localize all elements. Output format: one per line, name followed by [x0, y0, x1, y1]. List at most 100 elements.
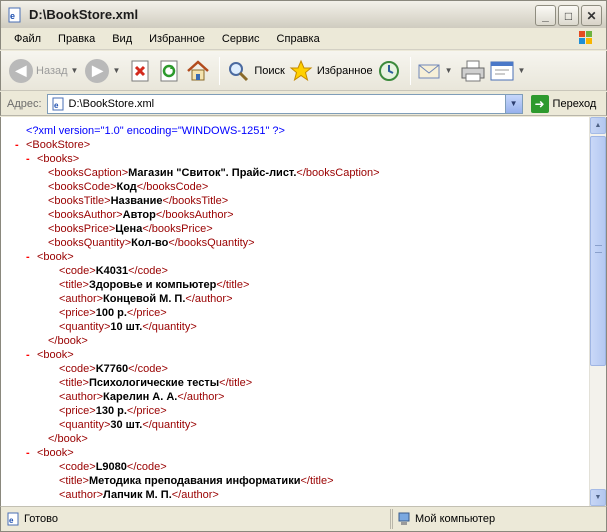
xml-close-tag: </booksPrice>: [142, 223, 213, 235]
xml-open-tag: <price>: [59, 307, 96, 319]
address-input[interactable]: e D:\BookStore.xml ▼: [46, 93, 523, 114]
xml-open-tag: <author>: [59, 391, 104, 403]
xml-text-value: Здоровье и компьютер: [88, 279, 217, 291]
xml-close-tag: </code>: [128, 363, 168, 375]
xml-text-value: Автор: [122, 209, 156, 221]
xml-text-value: 130 р.: [95, 405, 127, 417]
xml-line[interactable]: - <book>: [15, 446, 380, 460]
xml-close-tag: </booksTitle>: [162, 195, 229, 207]
xml-open-tag: </book>: [48, 433, 88, 445]
search-label: Поиск: [254, 64, 285, 77]
address-dropdown-button[interactable]: ▼: [504, 94, 522, 113]
xml-line[interactable]: - <book>: [15, 250, 380, 264]
menu-help[interactable]: Справка: [268, 33, 328, 45]
menu-view[interactable]: Вид: [103, 33, 140, 45]
xml-line: <title>Психологические тесты</title>: [15, 376, 380, 390]
search-button[interactable]: Поиск: [225, 55, 285, 87]
chevron-down-icon: ▼: [70, 66, 79, 75]
xml-text-value: 10 шт.: [110, 321, 143, 333]
xml-declaration: <?xml version="1.0" encoding="WINDOWS-12…: [26, 125, 285, 137]
collapse-toggle[interactable]: -: [26, 446, 37, 460]
xml-line[interactable]: - <books>: [15, 152, 380, 166]
address-label: Адрес:: [7, 97, 42, 110]
forward-button[interactable]: ▶ ▼: [85, 55, 124, 87]
mail-icon: [416, 58, 442, 84]
page-done-icon: e: [6, 512, 20, 526]
grip-icon: [595, 245, 602, 253]
history-button[interactable]: [376, 55, 402, 87]
stop-icon: [127, 58, 153, 84]
home-button[interactable]: [185, 55, 211, 87]
collapse-toggle[interactable]: -: [26, 152, 37, 166]
title-bar[interactable]: e D:\BookStore.xml _ □ ✕: [0, 0, 607, 28]
print-button[interactable]: [460, 55, 486, 87]
xml-line: </book>: [15, 432, 380, 446]
xml-open-tag: <book>: [37, 251, 74, 263]
xml-close-tag: </title>: [219, 377, 253, 389]
xml-close-tag: </author>: [171, 489, 219, 501]
collapse-toggle[interactable]: -: [15, 138, 26, 152]
xml-line: <price>130 р.</price>: [15, 404, 380, 418]
favorites-label: Избранное: [316, 64, 373, 77]
minimize-button[interactable]: _: [535, 5, 556, 26]
collapse-toggle[interactable]: -: [26, 250, 37, 264]
xml-line: <title>Здоровье и компьютер</title>: [15, 278, 380, 292]
xml-close-tag: </code>: [126, 461, 167, 473]
xml-document-view[interactable]: <?xml version="1.0" encoding="WINDOWS-12…: [0, 117, 607, 506]
xml-text-value: Код: [116, 181, 137, 193]
xml-open-tag: <book>: [37, 447, 74, 459]
vertical-scrollbar[interactable]: ▲ ▼: [589, 117, 606, 506]
go-button[interactable]: ➜ Переход: [530, 94, 596, 113]
window-title: D:\BookStore.xml: [29, 7, 139, 22]
xml-text-value: Цена: [115, 223, 143, 235]
xml-text-value: Психологические тесты: [88, 377, 220, 389]
menu-favorites[interactable]: Избранное: [140, 33, 213, 45]
xml-open-tag: <booksQuantity>: [48, 237, 132, 249]
maximize-icon: □: [564, 8, 573, 23]
xml-close-tag: </booksCode>: [136, 181, 209, 193]
xml-close-tag: </title>: [216, 279, 250, 291]
menu-edit[interactable]: Правка: [49, 33, 103, 45]
menu-bar: Файл Правка Вид Избранное Сервис Справка: [0, 28, 607, 50]
zone-text: Мой компьютер: [415, 513, 496, 525]
status-bar: e Готово Мой компьютер: [0, 506, 607, 532]
refresh-button[interactable]: [156, 55, 182, 87]
xml-open-tag: <price>: [59, 405, 96, 417]
xml-line[interactable]: - <BookStore>: [15, 138, 380, 152]
xml-text-value: Методика преподавания информатики: [88, 475, 301, 487]
xml-text-value: Концевой М. П.: [103, 293, 186, 305]
go-arrow-icon: ➜: [530, 94, 549, 113]
chevron-up-icon: ▲: [594, 122, 602, 129]
close-button[interactable]: ✕: [581, 5, 602, 26]
xml-text-value: Название: [110, 195, 163, 207]
chevron-down-icon: ▼: [509, 99, 518, 108]
scroll-thumb[interactable]: [590, 136, 606, 366]
close-icon: ✕: [586, 8, 597, 23]
document-icon: e: [7, 7, 23, 23]
search-icon: [225, 58, 251, 84]
edit-page-icon: [489, 58, 515, 84]
home-icon: [185, 58, 211, 84]
xml-close-tag: </title>: [300, 475, 334, 487]
menu-tools[interactable]: Сервис: [213, 33, 268, 45]
xml-open-tag: <title>: [59, 279, 89, 291]
mail-button[interactable]: ▼: [416, 55, 457, 87]
xml-line: <booksCode>Код</booksCode>: [15, 180, 380, 194]
svg-text:e: e: [10, 11, 15, 21]
menu-file[interactable]: Файл: [5, 33, 49, 45]
history-icon: [376, 58, 402, 84]
scroll-up-button[interactable]: ▲: [590, 117, 606, 134]
xml-line: <author>Концевой М. П.</author>: [15, 292, 380, 306]
windows-logo-icon: [566, 29, 604, 49]
xml-line[interactable]: - <book>: [15, 348, 380, 362]
xml-line: <booksTitle>Название</booksTitle>: [15, 194, 380, 208]
collapse-toggle[interactable]: -: [26, 348, 37, 362]
scroll-down-button[interactable]: ▼: [590, 489, 606, 506]
stop-button[interactable]: [127, 55, 153, 87]
maximize-button[interactable]: □: [558, 5, 579, 26]
favorites-button[interactable]: Избранное: [288, 55, 373, 87]
xml-line: <booksPrice>Цена</booksPrice>: [15, 222, 380, 236]
back-button[interactable]: ◀ Назад ▼: [9, 55, 82, 87]
page-icon: e: [51, 97, 65, 111]
edit-button[interactable]: ▼: [489, 55, 530, 87]
